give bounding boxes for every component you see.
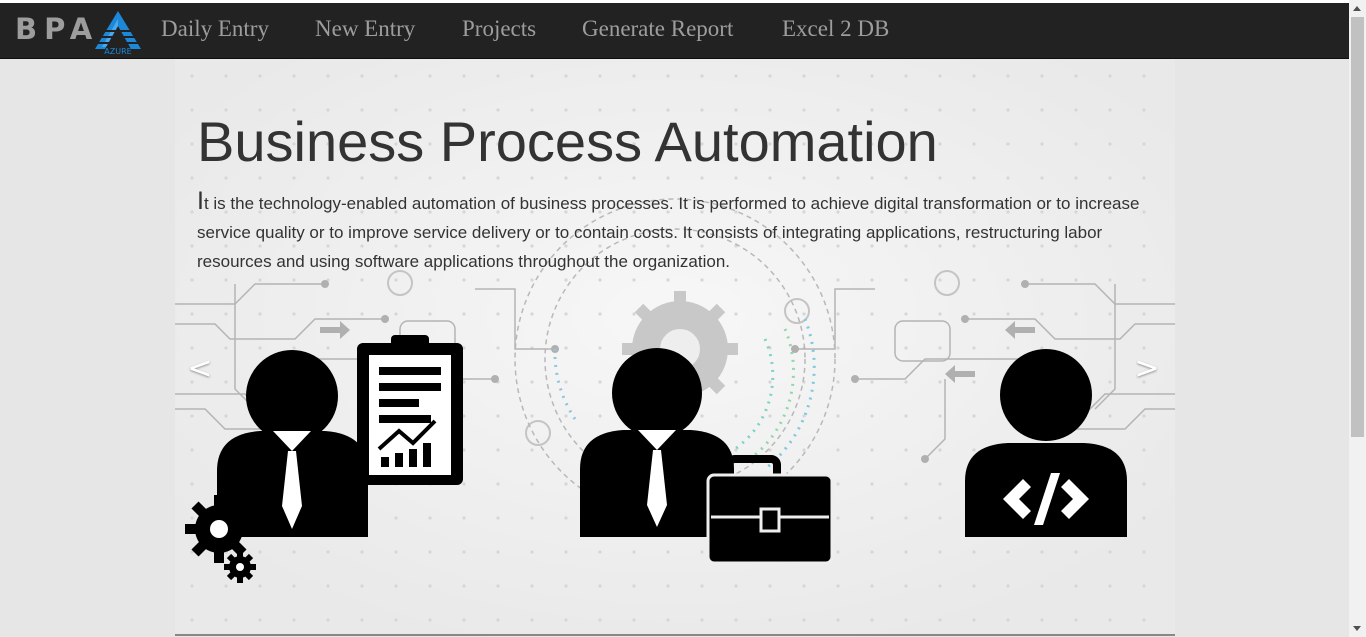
scrollbar-thumb[interactable] xyxy=(1351,17,1364,437)
description-text: t is the technology-enabled automation o… xyxy=(197,194,1140,271)
business-analyst-icon xyxy=(185,335,463,583)
gear-small-icon xyxy=(224,551,256,583)
azure-logo-icon[interactable]: AZURE xyxy=(91,9,145,56)
nav-excel-2-db[interactable]: Excel 2 DB xyxy=(782,3,889,59)
nav-daily-entry[interactable]: Daily Entry xyxy=(161,3,269,59)
briefcase-icon xyxy=(706,455,834,565)
description-dropcap: I xyxy=(197,187,204,215)
hero-carousel: Business Process Automation It is the te… xyxy=(175,59,1175,634)
nav-projects[interactable]: Projects xyxy=(462,3,536,59)
software-developer-icon xyxy=(965,349,1127,537)
brand-logo-text[interactable]: BPA xyxy=(15,11,99,51)
carousel-next-button[interactable]: > xyxy=(1127,349,1167,389)
business-manager-icon xyxy=(580,348,834,565)
nav-generate-report[interactable]: Generate Report xyxy=(582,3,733,59)
nav-new-entry[interactable]: New Entry xyxy=(315,3,415,59)
scroll-down-arrow-icon[interactable] xyxy=(1353,626,1361,631)
page-title: Business Process Automation xyxy=(197,110,938,173)
carousel-prev-button[interactable]: < xyxy=(180,349,220,389)
hero-description: It is the technology-enabled automation … xyxy=(197,187,1172,276)
logo-label: AZURE xyxy=(104,47,131,55)
scroll-up-arrow-icon[interactable] xyxy=(1353,6,1361,11)
top-navbar: BPA AZURE Daily Entry New Entry Projects… xyxy=(0,3,1349,59)
carousel-bottom-border xyxy=(175,634,1175,636)
